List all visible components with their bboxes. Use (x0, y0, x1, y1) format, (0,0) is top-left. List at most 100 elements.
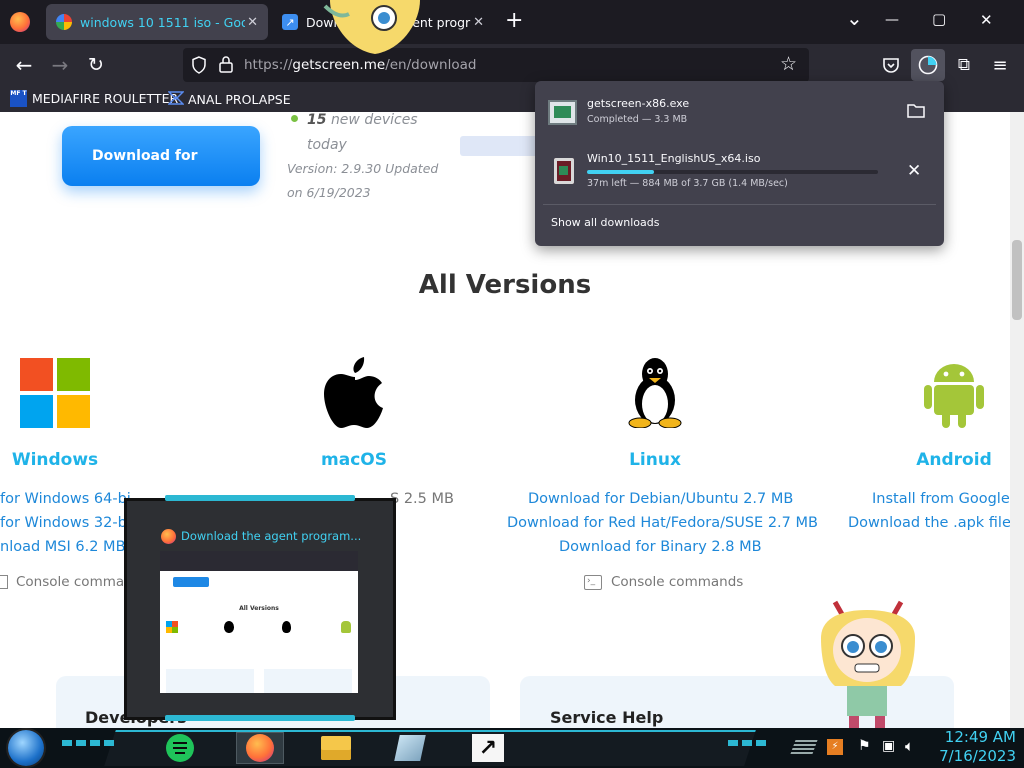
thumbnail-firefox-icon (161, 529, 176, 544)
download-item-1-name[interactable]: getscreen-x86.exe (587, 97, 689, 110)
tab-google[interactable]: windows 10 1511 iso - Google S ✕ (46, 4, 268, 40)
tracking-shield-icon[interactable] (191, 56, 207, 78)
taskbar-thumbnail-preview[interactable]: Download the agent program... All Versio… (124, 495, 396, 721)
bookmark-star-icon[interactable]: ☆ (780, 53, 797, 75)
thumbnail-linux-icon (282, 621, 291, 633)
clock[interactable]: 12:49 AM 7/16/2023 (930, 728, 1016, 766)
windows-msi-link[interactable]: nload MSI 6.2 MB (0, 539, 126, 555)
pocket-icon[interactable] (878, 53, 904, 77)
forward-icon[interactable]: → (47, 53, 73, 77)
tray-app-icon[interactable]: ⚡ (827, 739, 843, 755)
android-robot-icon (922, 358, 986, 432)
open-folder-icon[interactable] (907, 103, 925, 122)
linux-console-commands[interactable]: ›_ Console commands (584, 574, 743, 590)
mediafire-icon: MF T (10, 90, 27, 107)
show-hidden-icons[interactable] (790, 740, 818, 754)
linux-debian-link[interactable]: Download for Debian/Ubuntu 2.7 MB (528, 491, 793, 507)
url-bar[interactable]: https://getscreen.me/en/download ☆ (183, 48, 809, 82)
reload-icon[interactable]: ↻ (83, 53, 109, 77)
taskbar: ↗ ⚡ ⚑ ▣ 🔈︎ 12:49 AM 7/16/2023 (0, 728, 1024, 768)
maximize-button[interactable]: ▢ (932, 10, 946, 28)
thumbnail-title: Download the agent program... (181, 529, 362, 543)
list-all-tabs-button[interactable]: ⌄ (846, 6, 863, 30)
devices-number: 15 (307, 112, 327, 128)
tab-strip: windows 10 1511 iso - Google S ✕ ↗ Downl… (0, 0, 1024, 44)
mascot-widget-bottom (815, 598, 925, 728)
iso-file-icon (554, 158, 574, 184)
action-center-flag-icon[interactable]: ⚑ (858, 738, 871, 754)
lock-icon[interactable] (219, 55, 233, 77)
downloads-panel: getscreen-x86.exe Completed — 3.3 MB Win… (535, 81, 944, 246)
download-progress-track (587, 170, 878, 174)
getscreen-taskbar-icon[interactable]: ↗ (470, 732, 506, 764)
tab-title: windows 10 1511 iso - Google S (80, 14, 245, 30)
volume-icon[interactable]: 🔈︎ (905, 737, 914, 755)
windows-64-link[interactable]: for Windows 64-bi (0, 491, 131, 507)
thumbnail-card (264, 669, 352, 693)
show-all-downloads-button[interactable]: Show all downloads (551, 216, 659, 229)
thumbnail-download-button (173, 577, 209, 587)
linux-binary-link[interactable]: Download for Binary 2.8 MB (559, 539, 762, 555)
apple-logo-icon (324, 355, 386, 433)
url-text[interactable]: https://getscreen.me/en/download (244, 57, 476, 73)
macos-link[interactable]: S 2.5 MB (390, 491, 454, 507)
minimize-button[interactable]: — (885, 12, 899, 28)
start-orb-button[interactable] (8, 730, 44, 766)
macos-title[interactable]: macOS (254, 450, 454, 470)
page-scrollbar[interactable] (1010, 112, 1024, 728)
file-explorer-icon[interactable] (318, 732, 354, 764)
download-for-button[interactable]: Download for (62, 126, 260, 186)
android-google-play-link[interactable]: Install from Google (872, 491, 1010, 507)
downloads-icon[interactable] (911, 49, 945, 81)
taskbar-accent-left (62, 740, 116, 746)
thumbnail-frame-accent (165, 715, 355, 721)
tab-close-button[interactable]: ✕ (473, 15, 484, 30)
mascot-widget-top (320, 0, 430, 58)
close-window-button[interactable]: ✕ (980, 11, 993, 29)
notepad-app-icon[interactable] (392, 732, 428, 764)
new-tab-button[interactable]: + (505, 8, 523, 33)
os-selector-hint (460, 136, 540, 156)
taskbar-accent-right (728, 740, 768, 746)
bookmark-prolapse[interactable]: ANAL PROLAPSE (167, 90, 291, 109)
cancel-download-icon[interactable]: ✕ (907, 161, 921, 181)
extensions-icon[interactable]: ⧉ (951, 53, 977, 77)
menu-icon[interactable]: ≡ (987, 53, 1013, 77)
android-title[interactable]: Android (854, 450, 1010, 470)
screen: windows 10 1511 iso - Google S ✕ ↗ Downl… (0, 0, 1024, 768)
android-apk-link[interactable]: Download the .apk file 2 (848, 515, 1010, 531)
url-domain: getscreen.me (292, 57, 386, 73)
thumbnail-browser-bar (160, 551, 358, 571)
scrollbar-thumb[interactable] (1012, 240, 1022, 320)
thumbnail-screen: All Versions (160, 551, 358, 693)
devices-text: new devices (330, 112, 418, 128)
download-item-1-status: Completed — 3.3 MB (587, 114, 688, 125)
linux-title[interactable]: Linux (555, 450, 755, 470)
download-progress-fill (587, 170, 654, 174)
download-item-2-name[interactable]: Win10_1511_EnglishUS_x64.iso (587, 152, 760, 165)
url-path: /en/download (385, 57, 477, 73)
firefox-menu-icon[interactable] (10, 12, 30, 32)
notes-app-icon[interactable] (162, 732, 198, 764)
bookmark-mediafire[interactable]: MF T MEDIAFIRE ROULETTER (10, 90, 178, 107)
service-help-heading: Service Help (550, 708, 664, 727)
console-label: Console commands (611, 574, 744, 590)
linux-tux-icon (626, 356, 684, 432)
firefox-taskbar-icon[interactable] (236, 732, 284, 764)
thumbnail-android-icon (341, 621, 351, 633)
thumbnail-heading: All Versions (239, 605, 279, 612)
windows-title[interactable]: Windows (0, 450, 155, 470)
network-icon[interactable]: ▣ (882, 738, 895, 754)
all-versions-heading: All Versions (418, 270, 592, 300)
bookmark-label: ANAL PROLAPSE (188, 92, 291, 107)
linux-redhat-link[interactable]: Download for Red Hat/Fedora/SUSE 2.7 MB (507, 515, 818, 531)
thumbnail-windows-icon (166, 621, 178, 633)
bookmark-label: MEDIAFIRE ROULETTER (32, 91, 179, 106)
back-icon[interactable]: ← (11, 53, 37, 77)
tab-close-button[interactable]: ✕ (247, 15, 258, 30)
bookmark-icon (167, 90, 185, 109)
panel-divider (543, 204, 936, 205)
windows-32-link[interactable]: for Windows 32-b (0, 515, 127, 531)
linux-debian-label: Download for Debian/Ubuntu 2.7 MB (528, 491, 794, 507)
taskbar-dock-frame (104, 730, 756, 766)
